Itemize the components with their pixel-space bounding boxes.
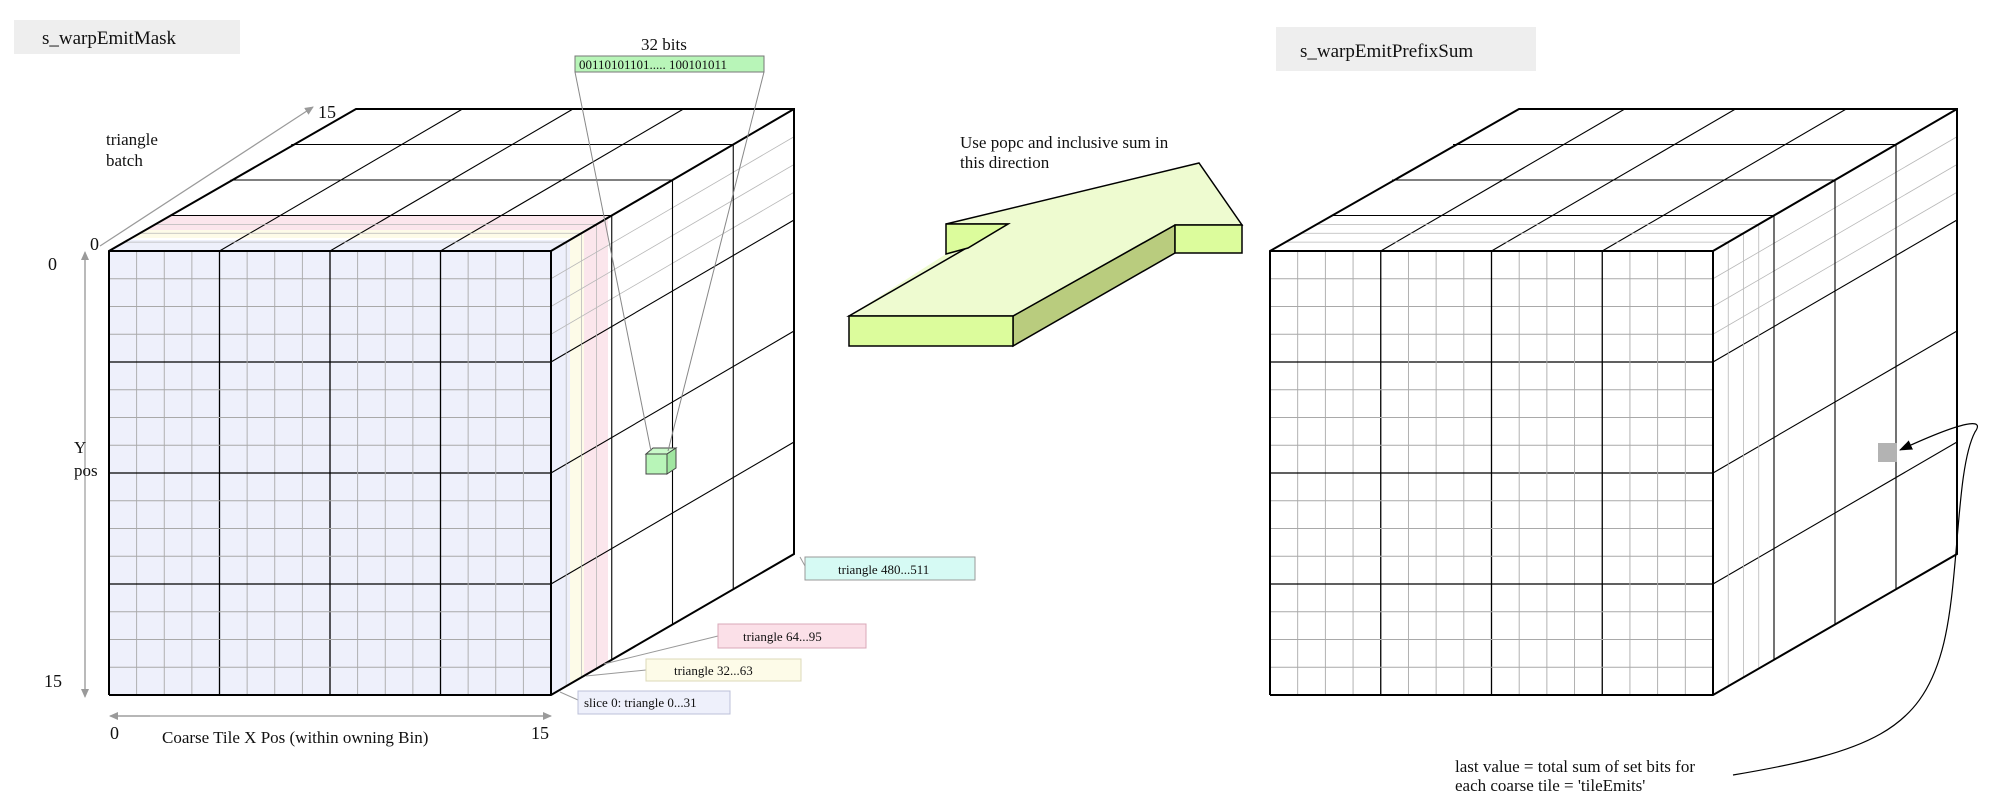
arrow-caption-1: Use popc and inclusive sum in: [960, 133, 1169, 152]
arrow-caption-2: this direction: [960, 153, 1050, 172]
slice-32-side: [570, 232, 584, 685]
warp-emit-mask-cube: s_warpEmitMask 32 bits 00110101101..... …: [14, 20, 976, 747]
diagram-canvas: s_warpEmitMask 32 bits 00110101101..... …: [14, 20, 1978, 795]
slice-32-top: [130, 230, 584, 238]
y-tick-end: 15: [44, 671, 62, 691]
last-value-marker: [1878, 443, 1897, 462]
direction-arrow: Use popc and inclusive sum in this direc…: [846, 133, 1244, 348]
slice-0-label: slice 0: triangle 0...31: [584, 695, 697, 710]
warp-emit-prefix-sum-cube: s_warpEmitPrefixSum last value = total s…: [1269, 27, 1978, 795]
y-axis-label-2: pos: [74, 461, 98, 480]
bits-label: 32 bits: [641, 35, 687, 54]
slice-64-label: triangle 64...95: [743, 629, 822, 644]
y-axis-label-1: Y: [74, 438, 86, 457]
slice-480-callout-line: [799, 556, 806, 567]
x-tick-end: 15: [531, 723, 549, 743]
depth-axis-label-1: triangle: [106, 130, 158, 149]
arrow-shaft-front: [848, 315, 1014, 347]
left-title: s_warpEmitMask: [42, 28, 177, 49]
depth-tick-start: 0: [90, 234, 99, 254]
depth-axis-label-2: batch: [106, 151, 143, 170]
highlighted-voxel: [644, 447, 678, 475]
slice-64-side: [584, 218, 608, 677]
slice-64-top: [144, 216, 608, 230]
note-line-2: each coarse tile = 'tileEmits': [1455, 776, 1645, 795]
slice-0-callout-line: [559, 691, 579, 701]
bits-value: 00110101101..... 100101011: [579, 57, 727, 72]
x-axis-label: Coarse Tile X Pos (within owning Bin): [162, 728, 428, 747]
x-tick-start: 0: [110, 723, 119, 743]
depth-tick-end: 15: [318, 102, 336, 122]
y-tick-start: 0: [48, 254, 57, 274]
slice-480-label: triangle 480...511: [838, 562, 929, 577]
right-title: s_warpEmitPrefixSum: [1300, 41, 1473, 62]
note-line-1: last value = total sum of set bits for: [1455, 757, 1695, 776]
arrow-head-front: [1174, 224, 1243, 254]
slice-32-callout-line: [585, 669, 647, 677]
slice-32-label: triangle 32...63: [674, 663, 753, 678]
